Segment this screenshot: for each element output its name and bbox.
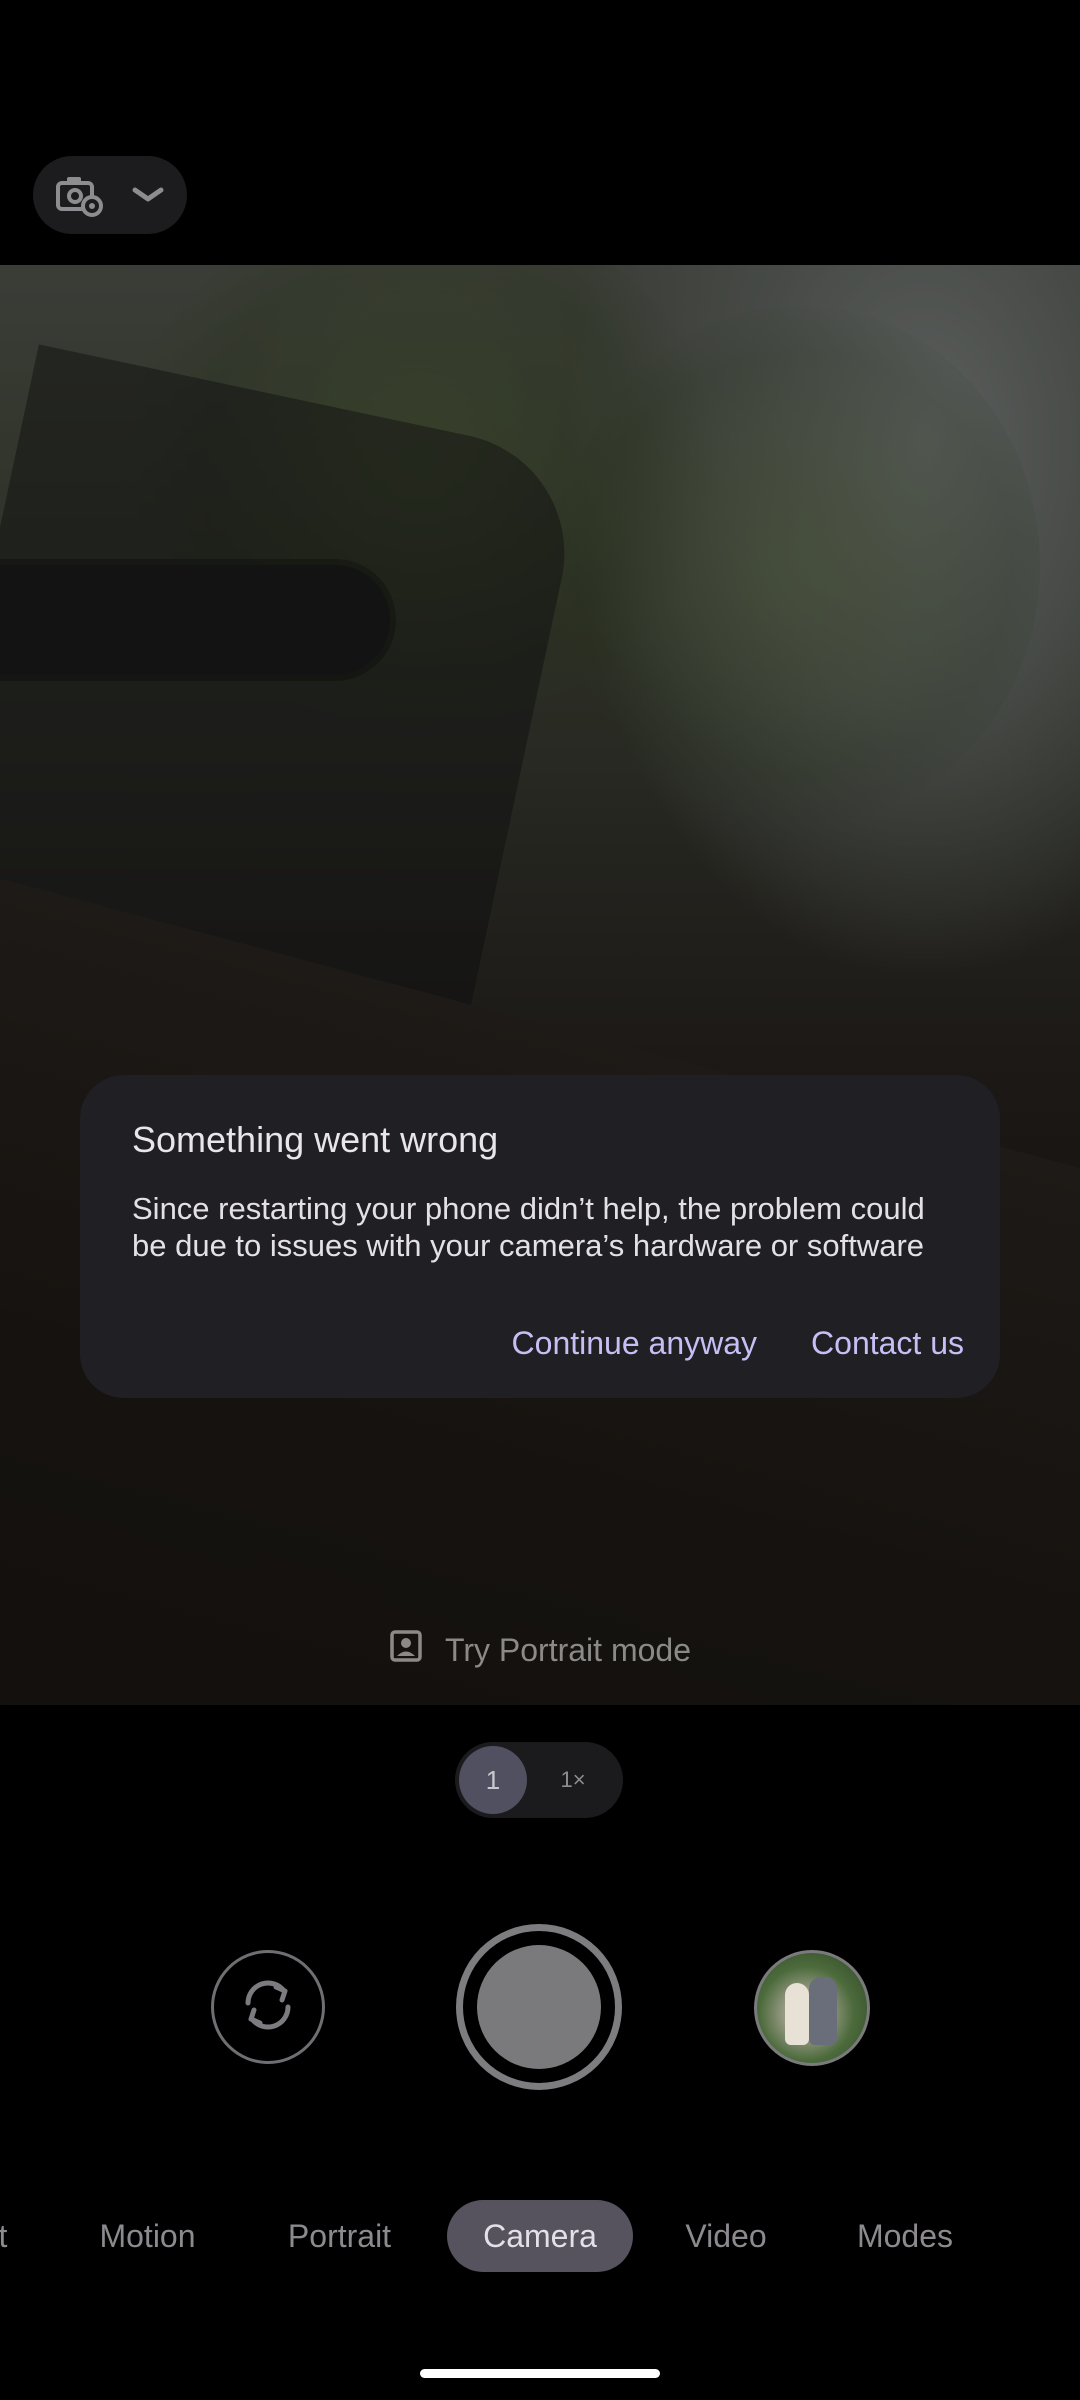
switch-camera-button[interactable] — [211, 1950, 325, 2064]
mode-partial[interactable]: t — [0, 2200, 18, 2272]
zoom-option[interactable]: 1× — [527, 1767, 619, 1793]
switch-camera-icon — [236, 1973, 300, 2042]
mode-camera[interactable]: Camera — [447, 2200, 633, 2272]
mode-portrait[interactable]: Portrait — [272, 2200, 407, 2272]
camera-viewfinder[interactable]: Try Portrait mode — [0, 265, 1080, 1705]
mode-more[interactable]: Modes — [842, 2200, 968, 2272]
gallery-thumbnail[interactable] — [754, 1950, 870, 2066]
camera-settings-pill[interactable] — [33, 156, 187, 234]
thumbnail-figure — [785, 1983, 809, 2045]
dialog-title: Something went wrong — [132, 1119, 499, 1160]
shutter-inner — [477, 1945, 601, 2069]
viewfinder-dim-overlay — [0, 265, 1080, 1705]
thumbnail-figure — [809, 1977, 837, 2045]
mode-motion[interactable]: Motion — [80, 2200, 215, 2272]
shutter-button[interactable] — [456, 1924, 622, 2090]
chevron-down-icon — [131, 185, 165, 205]
zoom-option-active[interactable]: 1 — [459, 1746, 527, 1814]
home-indicator[interactable] — [420, 2369, 660, 2378]
dialog-message: Since restarting your phone didn’t help,… — [132, 1190, 925, 1264]
continue-anyway-button[interactable]: Continue anyway — [512, 1325, 757, 1362]
dialog-actions: Continue anyway Contact us — [512, 1325, 964, 1362]
portrait-hint-text: Try Portrait mode — [445, 1631, 691, 1668]
error-dialog: Something went wrong Since restarting yo… — [80, 1075, 1000, 1398]
mode-video[interactable]: Video — [665, 2200, 787, 2272]
try-portrait-hint[interactable]: Try Portrait mode — [0, 1615, 1080, 1685]
portrait-icon — [389, 1629, 423, 1671]
camera-settings-icon — [55, 173, 105, 217]
contact-us-button[interactable]: Contact us — [811, 1325, 964, 1362]
zoom-selector: 1 1× — [455, 1742, 623, 1818]
mode-selector: t Motion Portrait Camera Video Modes — [0, 2200, 1080, 2272]
